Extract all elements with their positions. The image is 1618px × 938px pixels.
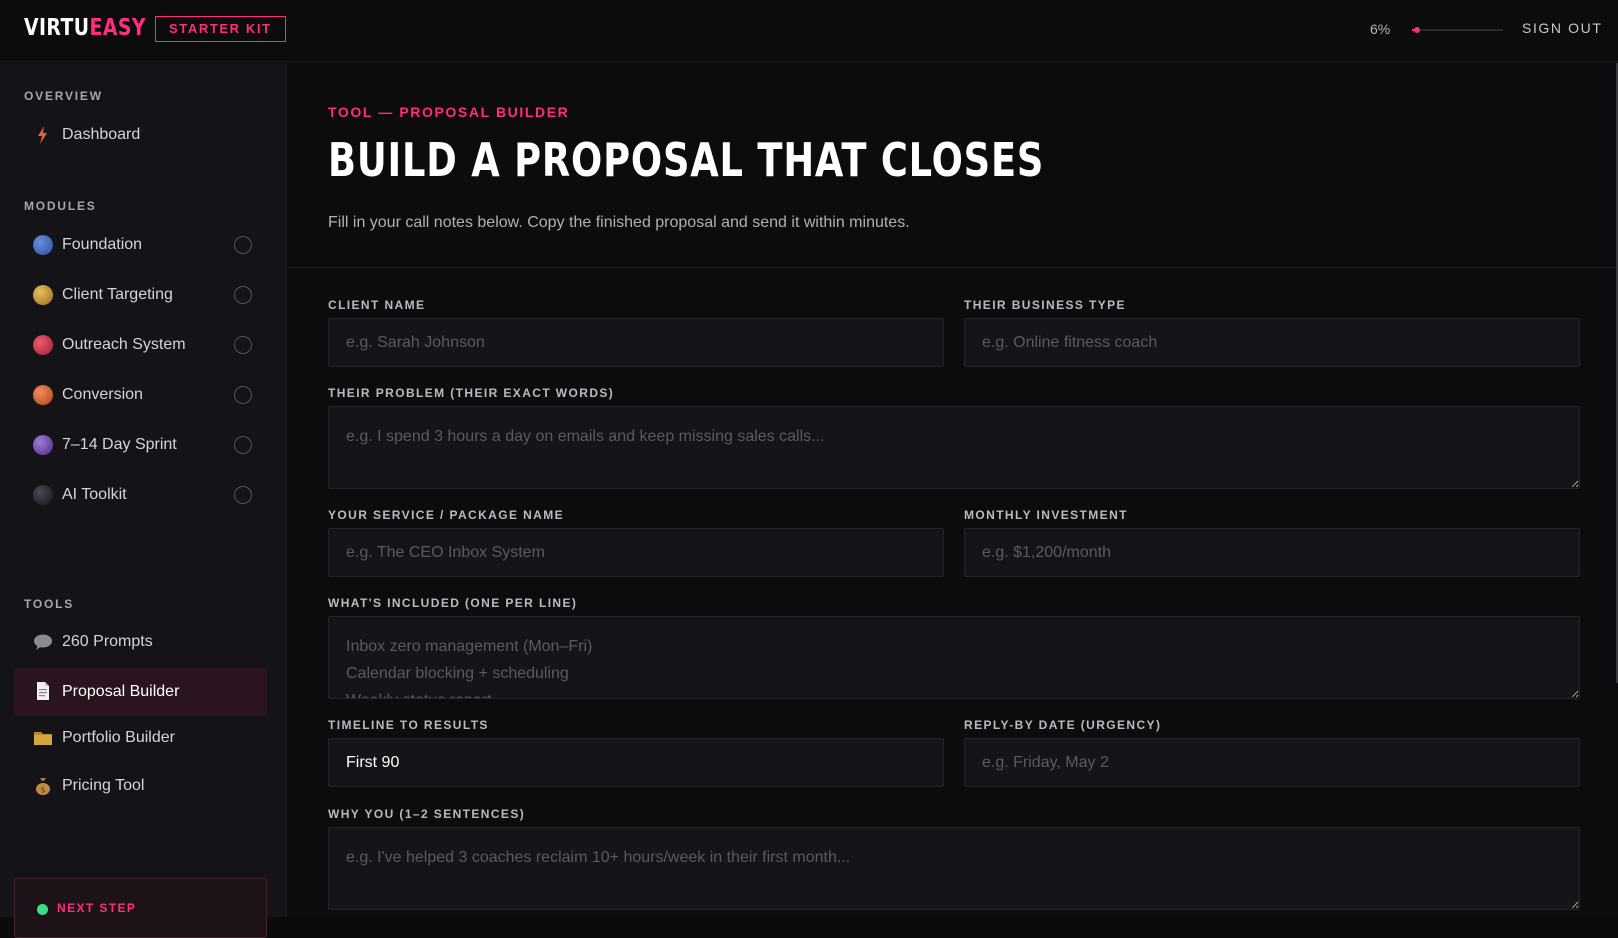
client-targeting-orb xyxy=(33,285,53,305)
ai-toolkit-orb xyxy=(33,485,53,505)
sidebar-item-label: Portfolio Builder xyxy=(62,729,175,746)
sidebar-item-label: Client Targeting xyxy=(62,286,173,303)
problem-label: THEIR PROBLEM (THEIR EXACT WORDS) xyxy=(328,386,615,400)
page-subtitle: Fill in your call notes below. Copy the … xyxy=(328,214,910,231)
sidebar-item-label: 7–14 Day Sprint xyxy=(62,436,177,453)
sidebar-item-outreach-system[interactable]: Outreach System xyxy=(14,322,267,368)
module-orb-icon xyxy=(33,385,53,405)
completion-circle-icon xyxy=(234,236,252,254)
money-bag-icon: $ xyxy=(33,776,53,796)
client-name-label: CLIENT NAME xyxy=(328,298,426,312)
sidebar: OVERVIEW Dashboard MODULES Foundation Cl… xyxy=(0,63,287,917)
included-label: WHAT'S INCLUDED (ONE PER LINE) xyxy=(328,596,578,610)
why-you-textarea[interactable] xyxy=(328,827,1580,910)
sidebar-item-label: AI Toolkit xyxy=(62,486,127,503)
next-step-label: NEXT STEP xyxy=(57,901,137,915)
document-icon xyxy=(33,681,53,701)
progress-bar xyxy=(1412,27,1503,33)
module-orb-icon xyxy=(33,435,53,455)
completion-circle-icon xyxy=(234,386,252,404)
page-title: BUILD A PROPOSAL THAT CLOSES xyxy=(328,133,1045,187)
top-bar: VIRTUEASY STARTER KIT 6% SIGN OUT xyxy=(0,0,1618,62)
sidebar-item-dashboard[interactable]: Dashboard xyxy=(14,112,267,158)
included-textarea[interactable] xyxy=(328,616,1580,699)
business-type-label: THEIR BUSINESS TYPE xyxy=(964,298,1126,312)
sidebar-item-client-targeting[interactable]: Client Targeting xyxy=(14,272,267,318)
sidebar-item-ai-toolkit[interactable]: AI Toolkit xyxy=(14,472,267,518)
status-dot-icon xyxy=(37,904,48,915)
sidebar-item-label: Dashboard xyxy=(62,126,141,143)
section-label-overview: OVERVIEW xyxy=(24,89,103,103)
investment-input[interactable] xyxy=(964,528,1580,577)
next-step-card[interactable]: NEXT STEP xyxy=(14,878,267,938)
logo-part-1: VIRTU xyxy=(24,15,90,41)
folder-icon xyxy=(33,728,53,748)
sidebar-item-sprint[interactable]: 7–14 Day Sprint xyxy=(14,422,267,468)
completion-circle-icon xyxy=(234,436,252,454)
sidebar-item-conversion[interactable]: Conversion xyxy=(14,372,267,418)
header-divider xyxy=(288,267,1618,268)
svg-text:$: $ xyxy=(40,786,45,795)
sign-out-button[interactable]: SIGN OUT xyxy=(1522,20,1602,36)
lightning-icon xyxy=(33,125,53,145)
sidebar-item-label: Proposal Builder xyxy=(62,683,180,700)
service-name-input[interactable] xyxy=(328,528,944,577)
sidebar-item-label: 260 Prompts xyxy=(62,633,153,650)
section-label-tools: TOOLS xyxy=(24,597,75,611)
sprint-orb xyxy=(33,435,53,455)
sidebar-item-foundation[interactable]: Foundation xyxy=(14,222,267,268)
client-name-input[interactable] xyxy=(328,318,944,367)
completion-circle-icon xyxy=(234,336,252,354)
module-orb-icon xyxy=(33,235,53,255)
service-name-label: YOUR SERVICE / PACKAGE NAME xyxy=(328,508,565,522)
why-you-label: WHY YOU (1–2 SENTENCES) xyxy=(328,807,526,821)
module-orb-icon xyxy=(33,485,53,505)
sidebar-item-label: Foundation xyxy=(62,236,143,253)
timeline-label: TIMELINE TO RESULTS xyxy=(328,718,489,732)
reply-by-input[interactable] xyxy=(964,738,1580,787)
reply-by-label: REPLY-BY DATE (URGENCY) xyxy=(964,718,1162,732)
outreach-system-orb xyxy=(33,335,53,355)
progress-percent: 6% xyxy=(1370,21,1391,37)
sidebar-item-label: Pricing Tool xyxy=(62,777,145,794)
sidebar-item-proposal-builder[interactable]: Proposal Builder xyxy=(14,668,267,716)
module-orb-icon xyxy=(33,285,53,305)
sidebar-item-label: Outreach System xyxy=(62,336,186,353)
completion-circle-icon xyxy=(234,486,252,504)
section-label-modules: MODULES xyxy=(24,199,97,213)
speech-bubble-icon xyxy=(33,632,53,652)
timeline-input[interactable] xyxy=(328,738,944,787)
module-orb-icon xyxy=(33,335,53,355)
business-type-input[interactable] xyxy=(964,318,1580,367)
investment-label: MONTHLY INVESTMENT xyxy=(964,508,1128,522)
logo[interactable]: VIRTUEASY xyxy=(24,15,146,41)
sidebar-item-portfolio-builder[interactable]: Portfolio Builder xyxy=(14,715,267,761)
logo-part-2: EASY xyxy=(89,15,146,41)
main-content: TOOL — PROPOSAL BUILDER BUILD A PROPOSAL… xyxy=(288,63,1618,917)
progress-bar-dot xyxy=(1414,27,1420,33)
foundation-orb xyxy=(33,235,53,255)
conversion-orb xyxy=(33,385,53,405)
sidebar-item-260-prompts[interactable]: 260 Prompts xyxy=(14,619,267,665)
sidebar-item-label: Conversion xyxy=(62,386,143,403)
starter-kit-badge: STARTER KIT xyxy=(155,16,286,42)
sidebar-item-pricing-tool[interactable]: $ Pricing Tool xyxy=(14,763,267,809)
problem-textarea[interactable] xyxy=(328,406,1580,489)
page-eyebrow: TOOL — PROPOSAL BUILDER xyxy=(328,104,570,120)
completion-circle-icon xyxy=(234,286,252,304)
